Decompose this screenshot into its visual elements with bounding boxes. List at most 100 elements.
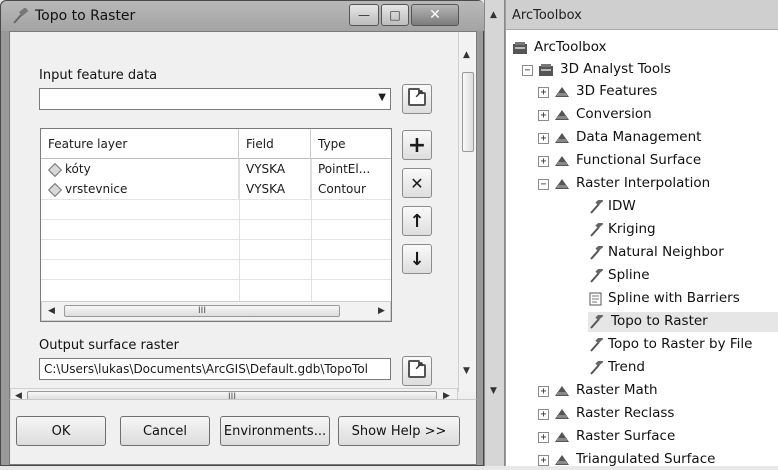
- hammer-icon: [588, 358, 604, 378]
- tree-item-raster-interpolation[interactable]: − Raster Interpolation: [538, 174, 778, 194]
- toolset-icon: [554, 384, 570, 401]
- scroll-up-icon[interactable]: ▲: [490, 10, 497, 20]
- type-cell: PointEl...: [318, 162, 371, 176]
- tree-item-label: Triangulated Surface: [576, 451, 716, 467]
- topo-to-raster-dialog: Topo to Raster — □ ✕ Input feature data …: [0, 0, 485, 466]
- column-header-feature-layer[interactable]: Feature layer: [41, 129, 239, 159]
- tree-item-topo-to-raster[interactable]: Topo to Raster: [588, 312, 778, 332]
- tree-item-data-management[interactable]: + Data Management: [538, 128, 778, 148]
- input-feature-combo[interactable]: ▼: [39, 88, 391, 110]
- collapse-icon[interactable]: −: [538, 179, 549, 190]
- dialog-client-area: Input feature data ▼ Feature layer Field…: [9, 31, 477, 427]
- tree-item-label: Raster Interpolation: [576, 175, 711, 191]
- scroll-right-icon[interactable]: ▶: [378, 306, 385, 316]
- column-header-field[interactable]: Field: [239, 129, 311, 159]
- hammer-icon: [588, 220, 604, 240]
- tree-item-raster-reclass[interactable]: + Raster Reclass: [538, 404, 778, 424]
- output-raster-field[interactable]: C:\Users\lukas\Documents\ArcGIS\Default.…: [39, 358, 391, 380]
- tree-item-3d-features[interactable]: +3D Features: [538, 82, 778, 102]
- tree-item-triangulated-surface[interactable]: + Triangulated Surface: [538, 450, 778, 470]
- add-row-button[interactable]: +: [402, 130, 432, 160]
- environments-button[interactable]: Environments...: [220, 416, 330, 446]
- toolbox-splitter-scrollbar[interactable]: ▲ ▼: [484, 0, 505, 466]
- table-row[interactable]: vrstevnice VYSKA Contour: [41, 179, 391, 199]
- tree-item-label: IDW: [608, 198, 636, 214]
- scroll-down-icon[interactable]: ▼: [463, 366, 470, 376]
- toolset-icon: [554, 85, 570, 102]
- column-divider: [311, 159, 312, 301]
- expand-icon[interactable]: +: [538, 87, 549, 98]
- expand-icon[interactable]: +: [538, 156, 549, 167]
- remove-row-button[interactable]: ✕: [402, 168, 432, 198]
- open-folder-icon: [408, 359, 426, 378]
- dropdown-arrow-icon[interactable]: ▼: [378, 92, 386, 103]
- expand-icon[interactable]: +: [538, 110, 549, 121]
- move-down-button[interactable]: ↓: [402, 244, 432, 274]
- tree-item-spline-with-barriers[interactable]: Spline with Barriers: [588, 289, 778, 309]
- dialog-vertical-scrollbar[interactable]: ▲ ▼: [458, 32, 476, 392]
- tree-item-raster-math[interactable]: + Raster Math: [538, 381, 778, 401]
- dialog-title: Topo to Raster: [35, 8, 136, 24]
- scroll-left-icon[interactable]: ◀: [48, 306, 55, 316]
- plus-icon: +: [407, 132, 427, 158]
- feature-layer-cell: kóty: [41, 159, 239, 179]
- scrollbar-thumb[interactable]: III: [64, 305, 340, 317]
- toolset-icon: [554, 407, 570, 424]
- tree-item-conversion[interactable]: + Conversion: [538, 105, 778, 125]
- tree-item-trend[interactable]: Trend: [588, 358, 778, 378]
- expand-icon[interactable]: +: [538, 133, 549, 144]
- expand-icon[interactable]: +: [538, 432, 549, 443]
- tree-item-functional-surface[interactable]: + Functional Surface: [538, 151, 778, 171]
- tree-item-label: Functional Surface: [576, 152, 702, 168]
- feature-table: Feature layer Field Type kóty VYSKA Poin…: [40, 128, 392, 322]
- minimize-button[interactable]: —: [349, 4, 379, 26]
- open-folder-icon: [408, 87, 426, 106]
- expand-icon[interactable]: +: [538, 409, 549, 420]
- tree-item-natural-neighbor[interactable]: Natural Neighbor: [588, 243, 778, 263]
- browse-output-button[interactable]: [402, 356, 432, 386]
- tree-item-idw[interactable]: IDW: [588, 197, 778, 217]
- scrollbar-thumb[interactable]: [462, 72, 474, 152]
- arctoolbox-window: ▲ ▼ ArcToolbox ArcToolbox − 3D Analyst T…: [484, 0, 778, 467]
- collapse-icon[interactable]: −: [522, 65, 533, 76]
- browse-input-button[interactable]: [402, 84, 432, 114]
- toolbox-icon: [539, 64, 553, 76]
- scroll-down-icon[interactable]: ▼: [490, 386, 497, 396]
- scroll-up-icon[interactable]: ▲: [463, 50, 470, 60]
- tree-item-label: Trend: [608, 359, 645, 375]
- ok-button[interactable]: OK: [16, 416, 106, 446]
- feature-layer-icon: [47, 182, 63, 197]
- tree-item-label: Spline with Barriers: [608, 290, 740, 306]
- toolset-icon: [554, 131, 570, 148]
- toolset-icon: [554, 108, 570, 125]
- column-divider: [239, 159, 240, 301]
- arrow-up-icon: ↑: [409, 210, 425, 232]
- table-horizontal-scrollbar[interactable]: ◀ III ▶: [41, 301, 391, 321]
- row-divider: [41, 239, 391, 240]
- hammer-icon: [588, 335, 604, 355]
- tree-item-label: Conversion: [576, 106, 652, 122]
- tree-item-topo-to-raster-by-file[interactable]: Topo to Raster by File: [588, 335, 778, 355]
- expand-icon[interactable]: +: [538, 386, 549, 397]
- expand-icon[interactable]: +: [538, 455, 549, 466]
- tree-item-kriging[interactable]: Kriging: [588, 220, 778, 240]
- cancel-button[interactable]: Cancel: [120, 416, 210, 446]
- output-raster-label: Output surface raster: [39, 338, 179, 353]
- show-help-button[interactable]: Show Help >>: [338, 416, 460, 446]
- tree-item-label: Topo to Raster: [608, 313, 711, 329]
- output-raster-value: C:\Users\lukas\Documents\ArcGIS\Default.…: [44, 362, 368, 376]
- dialog-title-bar[interactable]: Topo to Raster — □ ✕: [1, 1, 485, 31]
- close-button[interactable]: ✕: [411, 4, 459, 26]
- column-header-type[interactable]: Type: [311, 129, 391, 159]
- toolset-icon: [554, 177, 570, 194]
- hammer-icon: [588, 266, 604, 286]
- toolset-icon: [554, 430, 570, 447]
- tree-item-raster-surface[interactable]: + Raster Surface: [538, 427, 778, 447]
- maximize-button[interactable]: □: [381, 4, 409, 26]
- tree-item-label: Topo to Raster by File: [608, 336, 753, 352]
- table-row[interactable]: kóty VYSKA PointEl...: [41, 159, 391, 179]
- maximize-icon: □: [389, 8, 401, 22]
- move-up-button[interactable]: ↑: [402, 206, 432, 236]
- arrow-down-icon: ↓: [409, 248, 425, 270]
- tree-item-spline[interactable]: Spline: [588, 266, 778, 286]
